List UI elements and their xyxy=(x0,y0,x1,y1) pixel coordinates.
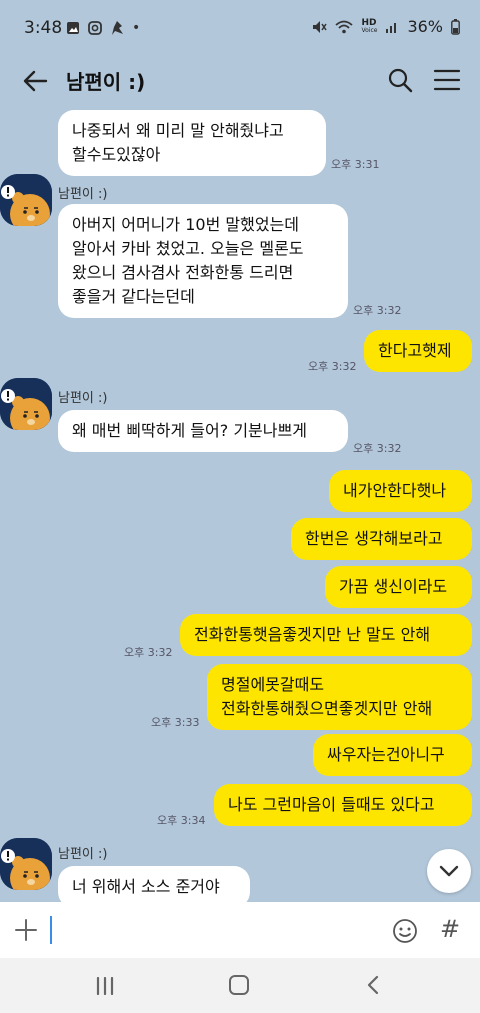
message-time: 오후 3:33 xyxy=(151,716,200,729)
instagram-icon xyxy=(88,21,102,35)
nav-back-icon[interactable] xyxy=(366,975,380,995)
message-bubble-sent[interactable]: 한다고햇제 xyxy=(364,330,472,372)
message-bubble-sent[interactable]: 가끔 생신이라도 xyxy=(325,566,472,608)
ryan-character-icon xyxy=(0,838,52,890)
chevron-down-icon xyxy=(439,865,459,877)
emoji-icon[interactable] xyxy=(392,918,418,944)
battery-icon xyxy=(451,18,460,35)
message-input[interactable] xyxy=(50,916,52,944)
ryan-character-icon xyxy=(0,378,52,430)
menu-icon[interactable] xyxy=(433,68,461,92)
mute-icon xyxy=(313,20,328,33)
avatar[interactable] xyxy=(0,378,52,430)
gallery-icon xyxy=(67,22,79,34)
scroll-to-bottom-button[interactable] xyxy=(427,849,471,893)
message-bubble-received[interactable]: 너 위해서 소스 준거야 xyxy=(58,866,250,902)
message-bubble-sent[interactable]: 내가안한다햇나 xyxy=(329,470,472,512)
message-bubble-sent[interactable]: 명절에못갈때도 전화한통해줬으면좋겟지만 안해 xyxy=(207,664,472,730)
message-bubble-sent[interactable]: 전화한통햇음좋겟지만 난 말도 안해 xyxy=(180,614,472,656)
ryan-character-icon xyxy=(0,174,52,226)
message-bubble-sent[interactable]: 나도 그런마음이 들때도 있다고 xyxy=(214,784,472,826)
plus-icon[interactable] xyxy=(14,918,38,942)
network-label: HD Voice xyxy=(361,17,378,34)
message-time: 오후 3:32 xyxy=(124,646,173,659)
message-bubble-received[interactable]: 나중되서 왜 미리 말 안해줬냐고 할수도있잖아 xyxy=(58,110,326,176)
message-bubble-received[interactable]: 왜 매번 삐딱하게 들어? 기분나쁘게 xyxy=(58,410,348,452)
message-time: 오후 3:31 xyxy=(331,158,380,171)
app-notification-icon xyxy=(112,21,123,35)
message-bubble-sent[interactable]: 한번은 생각해보라고 xyxy=(291,518,472,560)
sender-name: 남편이 :) xyxy=(58,391,108,406)
message-bubble-received[interactable]: 아버지 어머니가 10번 말했었는데 알아서 카바 쳤었고. 오늘은 멜론도 왔… xyxy=(58,204,348,318)
sender-name: 남편이 :) xyxy=(58,847,108,862)
chat-area[interactable]: 나중되서 왜 미리 말 안해줬냐고 할수도있잖아 오후 3:31 남편이 :) … xyxy=(0,106,480,902)
message-time: 오후 3:32 xyxy=(353,442,402,455)
wifi-icon xyxy=(335,20,354,33)
chat-header: 남편이 :) xyxy=(0,56,480,106)
android-nav-bar xyxy=(0,958,480,1013)
avatar[interactable] xyxy=(0,174,52,226)
battery-percent: 36% xyxy=(407,17,443,36)
chat-title[interactable]: 남편이 :) xyxy=(66,66,145,95)
message-time: 오후 3:32 xyxy=(353,304,402,317)
hash-icon[interactable]: # xyxy=(440,915,460,943)
notification-icons: • xyxy=(66,20,140,36)
recent-apps-icon[interactable] xyxy=(95,977,115,995)
avatar[interactable] xyxy=(0,838,52,890)
message-time: 오후 3:34 xyxy=(157,814,206,827)
message-bubble-sent[interactable]: 싸우자는건아니구 xyxy=(313,734,472,776)
notification-dot: • xyxy=(132,20,141,36)
signal-icon xyxy=(386,22,397,33)
search-icon[interactable] xyxy=(387,67,413,93)
home-icon[interactable] xyxy=(229,975,249,995)
sender-name: 남편이 :) xyxy=(58,187,108,202)
message-time: 오후 3:32 xyxy=(308,360,357,373)
status-bar: 3:48 • HD Voice 36% xyxy=(0,0,480,56)
clock: 3:48 xyxy=(24,18,63,38)
message-input-bar: # xyxy=(0,902,480,958)
back-arrow-icon[interactable] xyxy=(20,66,50,96)
system-status: HD Voice 36% xyxy=(311,17,460,36)
